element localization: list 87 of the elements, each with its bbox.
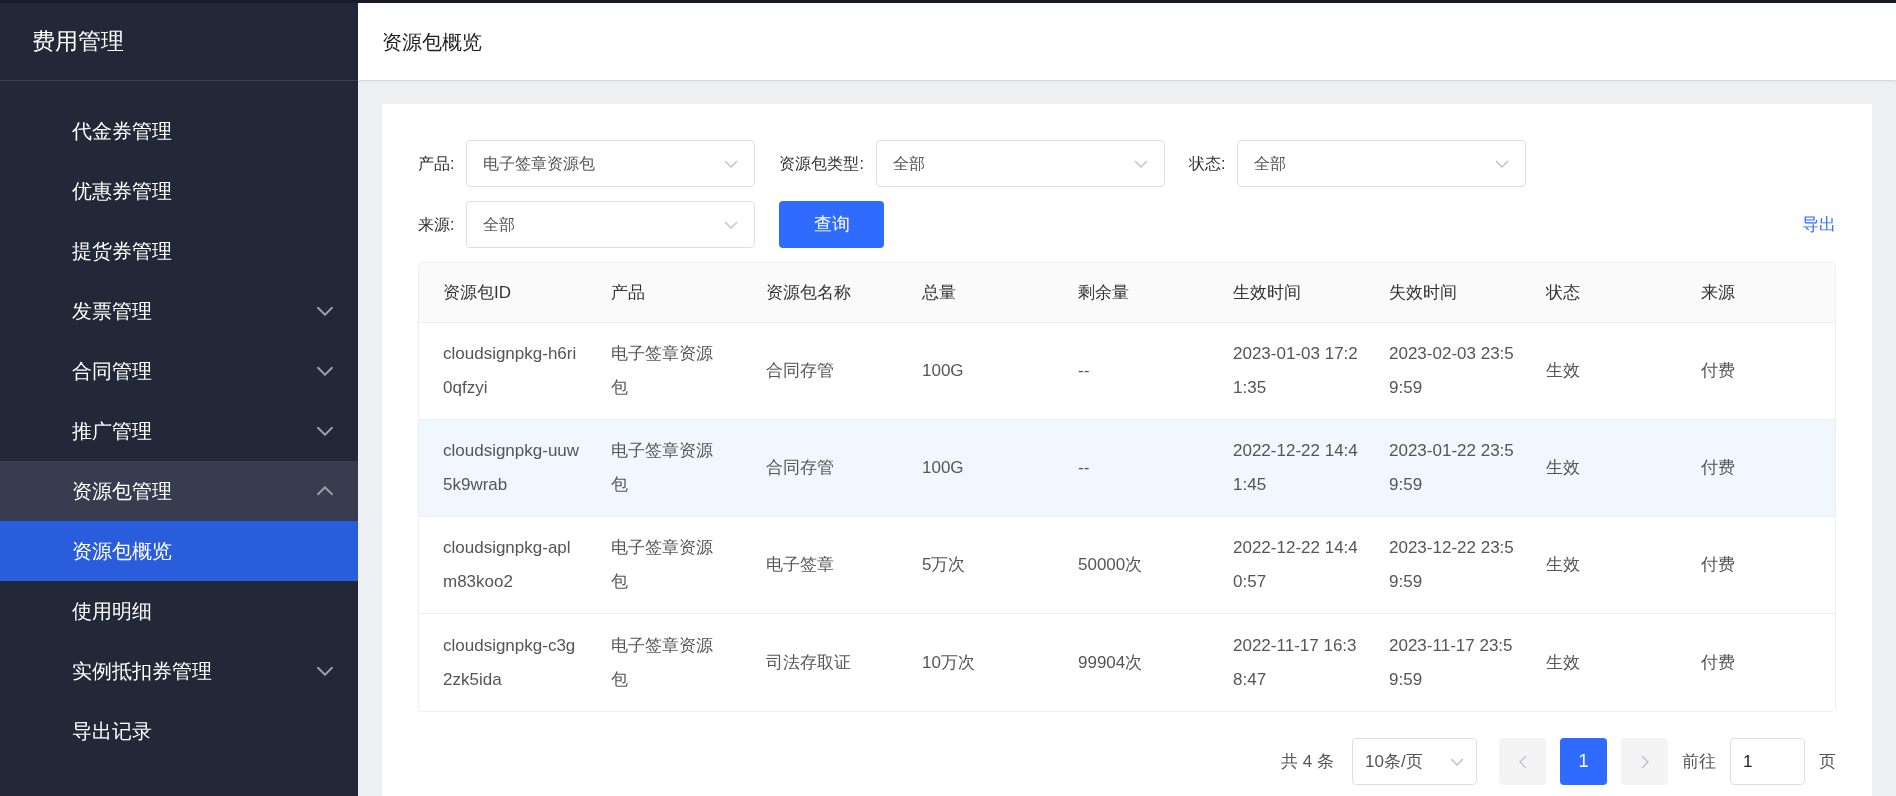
table-cell-text: 付费: [1701, 457, 1736, 479]
column-header: 资源包名称: [766, 281, 852, 304]
chevron-down-icon: [316, 306, 334, 316]
table-cell-text: 2023-12-22 23:59:59: [1389, 537, 1515, 593]
page-title: 资源包概览: [382, 29, 482, 55]
sidebar-subitem[interactable]: 使用明细: [0, 581, 358, 641]
table-cell-text: 电子签章资源包: [611, 537, 714, 593]
chevron-left-icon: [1518, 754, 1527, 769]
column-header: 产品: [611, 281, 646, 304]
sidebar-item[interactable]: 代金券管理: [0, 101, 358, 161]
filter-label: 来源:: [418, 214, 455, 235]
dropdown-field[interactable]: 电子签章资源包: [466, 140, 756, 187]
chevron-down-icon: [316, 666, 334, 676]
sidebar-item[interactable]: 推广管理: [0, 401, 358, 461]
caret-icon: [1133, 159, 1148, 168]
table-cell-text: 电子签章资源包: [611, 343, 714, 399]
table-cell-text: 电子签章: [766, 554, 835, 576]
table-cell-text: cloudsignpkg-uuw5k9wrab: [443, 440, 581, 496]
filter-label: 资源包类型:: [779, 153, 864, 174]
table-cell-text: 生效: [1546, 651, 1581, 674]
query-button[interactable]: 查询: [779, 201, 885, 248]
chevron-up-icon: [316, 486, 334, 496]
table-cell-text: 生效: [1546, 554, 1581, 576]
dropdown-field[interactable]: 全部: [466, 201, 756, 248]
filter-label: 状态:: [1188, 153, 1226, 174]
table-cell-text: 2023-11-17 23:59:59: [1389, 634, 1514, 691]
table-cell-text: 2022-12-22 14:40:57: [1233, 537, 1359, 593]
table-cell-text: --: [1078, 457, 1091, 479]
sidebar-item[interactable]: 导出记录: [0, 701, 358, 761]
table-cell-text: 99904次: [1078, 651, 1144, 674]
total-count: 共 4 条: [1281, 750, 1334, 773]
table-cell-text: 生效: [1546, 360, 1581, 382]
table-cell-text: 合同存管: [766, 360, 835, 382]
sidebar-subitem[interactable]: 资源包概览: [0, 521, 358, 581]
table-cell-text: 50000次: [1078, 554, 1144, 576]
table-cell-text: 2023-01-22 23:59:59: [1389, 440, 1515, 496]
table-cell-text: 生效: [1546, 457, 1581, 479]
table-cell-text: 付费: [1701, 651, 1736, 674]
chevron-down-icon: [316, 426, 334, 436]
table-cell-text: 2022-11-17 16:38:47: [1233, 634, 1358, 691]
column-header: 资源包ID: [443, 281, 512, 304]
table-cell-text: --: [1078, 360, 1091, 382]
chevron-down-icon: [316, 366, 334, 376]
sidebar-title: 费用管理: [32, 27, 124, 57]
page-button[interactable]: 1: [1560, 738, 1607, 785]
table-cell-text: cloudsignpkg-aplm83koo2: [443, 537, 572, 593]
dropdown-field[interactable]: 全部: [1237, 140, 1527, 187]
table-row[interactable]: cloudsignpkg-uuw5k9wrab 电子签章资源包 合同存管 100G -- 2022-12-22 14:41:45 2023-01-22 23:59:59 生效 付费: [419, 420, 1835, 517]
table-cell-text: 付费: [1701, 554, 1736, 576]
sidebar-item[interactable]: 提货券管理: [0, 221, 358, 281]
table-cell-text: 电子签章资源包: [611, 440, 714, 496]
column-header: 状态: [1546, 281, 1581, 304]
caret-icon: [724, 159, 739, 168]
caret-icon: [1450, 757, 1464, 766]
sidebar-item[interactable]: 合同管理: [0, 341, 358, 401]
goto-page-field[interactable]: 1: [1730, 738, 1805, 785]
table-cell-text: 5万次: [922, 554, 967, 576]
table-cell-text: 100G: [922, 360, 965, 382]
column-header: 总量: [922, 281, 957, 304]
column-header: 来源: [1701, 281, 1736, 304]
table-cell-text: 2022-12-22 14:41:45: [1233, 440, 1359, 496]
caret-icon: [724, 220, 739, 229]
table-cell-text: 100G: [922, 457, 965, 479]
export-link[interactable]: 导出: [1802, 211, 1836, 238]
sidebar-item[interactable]: 实例抵扣券管理: [0, 641, 358, 701]
caret-icon: [1495, 159, 1510, 168]
table-cell-text: 2023-02-03 23:59:59: [1389, 343, 1515, 399]
table-cell-text: 10万次: [922, 651, 976, 674]
table-cell-text: 司法存取证: [766, 651, 852, 674]
sidebar-item[interactable]: 资源包管理: [0, 461, 358, 521]
table-cell-text: 合同存管: [766, 457, 835, 479]
column-header: 失效时间: [1389, 281, 1458, 304]
table-cell-text: cloudsignpkg-h6ri0qfzyi: [443, 343, 578, 399]
sidebar-item[interactable]: 优惠券管理: [0, 161, 358, 221]
sidebar-item[interactable]: 发票管理: [0, 281, 358, 341]
dropdown-field[interactable]: 全部: [875, 140, 1165, 187]
column-header: 生效时间: [1233, 281, 1302, 304]
column-header: 剩余量: [1078, 281, 1130, 304]
page-suffix: 页: [1819, 750, 1836, 773]
table-cell-text: 2023-01-03 17:21:35: [1233, 343, 1359, 399]
table-cell-text: 付费: [1701, 360, 1736, 382]
page-size-select[interactable]: 10条/页: [1352, 738, 1477, 785]
chevron-right-icon: [1640, 754, 1649, 769]
table-cell-text: 电子签章资源包: [611, 634, 714, 691]
filter-label: 产品:: [418, 153, 455, 174]
table-cell-text: cloudsignpkg-c3g2zk5ida: [443, 634, 577, 691]
goto-label: 前往: [1682, 750, 1716, 773]
